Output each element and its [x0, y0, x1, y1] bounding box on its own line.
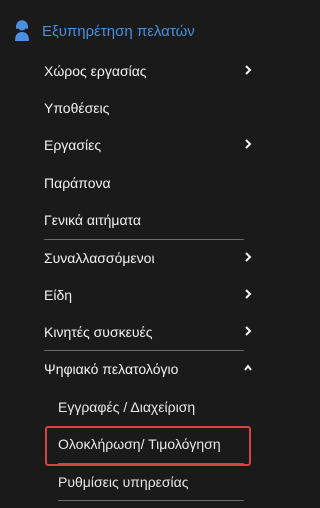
menu-item-counterparties[interactable]: Συναλλασσόμενοι — [44, 240, 252, 277]
menu-item-label: Γενικά αιτήματα — [44, 212, 141, 228]
customer-service-icon — [15, 20, 29, 41]
menu-item-label: Χώρος εργασίας — [44, 63, 147, 79]
chevron-right-icon — [245, 252, 252, 262]
menu-item-label: Εργασίες — [44, 137, 102, 153]
menu-item-mobile-devices[interactable]: Κινητές συσκευές — [44, 314, 252, 351]
chevron-right-icon — [245, 65, 252, 75]
menu-item-complaints[interactable]: Παράπονα — [44, 165, 244, 202]
menu-item-tasks[interactable]: Εργασίες — [44, 127, 252, 164]
menu-item-label: Παράπονα — [44, 175, 111, 191]
sidebar: Εξυπηρέτηση πελατών Χώρος εργασίας Υποθέ… — [0, 0, 266, 508]
chevron-right-icon — [245, 289, 252, 299]
chevron-right-icon — [245, 326, 252, 336]
menu-item-workspace[interactable]: Χώρος εργασίας — [44, 53, 252, 90]
submenu-item-service-settings[interactable]: Ρυθμίσεις υπηρεσίας — [58, 464, 244, 501]
menu-item-label: Συναλλασσόμενοι — [44, 250, 155, 266]
submenu-item-completion-invoicing[interactable]: Ολοκλήρωση/ Τιμολόγηση — [58, 426, 244, 463]
menu-item-general-requests[interactable]: Γενικά αιτήματα — [44, 202, 244, 239]
submenu-item-label: Εγγραφές / Διαχείριση — [58, 399, 196, 415]
divider — [58, 500, 244, 501]
menu-item-label: Ψηφιακό πελατολόγιο — [44, 361, 179, 377]
submenu-item-registrations[interactable]: Εγγραφές / Διαχείριση — [58, 389, 244, 426]
menu-item-label: Υποθέσεις — [44, 100, 110, 116]
submenu-item-label: Ρυθμίσεις υπηρεσίας — [58, 474, 189, 490]
menu-item-label: Είδη — [44, 287, 73, 303]
menu-item-digital-customer-registry[interactable]: Ψηφιακό πελατολόγιο — [44, 351, 252, 388]
menu-item-products[interactable]: Είδη — [44, 277, 252, 314]
section-label: Εξυπηρέτηση πελατών — [42, 23, 195, 40]
menu-item-label: Κινητές συσκευές — [44, 324, 153, 340]
submenu-item-label: Ολοκλήρωση/ Τιμολόγηση — [58, 436, 221, 452]
chevron-right-icon — [245, 139, 252, 149]
chevron-up-icon — [244, 364, 252, 371]
menu-item-cases[interactable]: Υποθέσεις — [44, 90, 244, 127]
